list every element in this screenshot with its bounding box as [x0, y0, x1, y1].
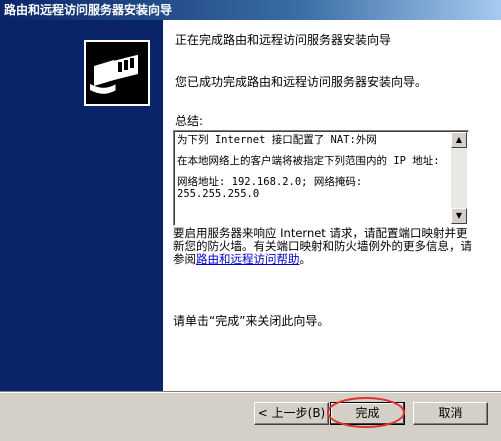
port-mapping-info: 要启用服务器来响应 Internet 请求，请配置端口映射并更新您的防火墙。有关… — [173, 227, 473, 266]
footer-separator — [0, 391, 501, 393]
summary-line: 网络地址: 192.168.2.0; 网络掩码: 255.255.255.0 — [177, 176, 363, 200]
network-cable-wizard-icon — [84, 40, 150, 106]
back-button[interactable]: < 上一步(B) — [254, 402, 329, 425]
success-message: 您已成功完成路由和远程访问服务器安装向导。 — [175, 75, 428, 89]
summary-textbox[interactable]: 为下列 Internet 接口配置了 NAT:外网 在本地网络上的客户端将被指定… — [173, 130, 469, 226]
window-title: 路由和远程访问服务器安装向导 — [0, 0, 501, 20]
summary-label: 总结: — [175, 114, 204, 128]
finish-button[interactable]: 完成 — [330, 402, 405, 425]
summary-line: 为下列 Internet 接口配置了 NAT:外网 — [177, 134, 377, 146]
cancel-button[interactable]: 取消 — [413, 402, 488, 425]
wizard-content: 正在完成路由和远程访问服务器安装向导 您已成功完成路由和远程访问服务器安装向导。… — [163, 20, 501, 391]
scroll-down-arrow-icon[interactable]: ▼ — [451, 208, 467, 224]
scroll-up-arrow-icon[interactable]: ▲ — [451, 132, 467, 148]
finish-hint: 请单击“完成”来关闭此向导。 — [173, 314, 330, 328]
info-end: 。 — [299, 252, 312, 266]
summary-text: 为下列 Internet 接口配置了 NAT:外网 在本地网络上的客户端将被指定… — [177, 134, 449, 222]
wizard-heading: 正在完成路由和远程访问服务器安装向导 — [175, 33, 392, 47]
summary-line: 在本地网络上的客户端将被指定下列范围内的 IP 地址: — [177, 155, 440, 167]
wizard-sidebar — [0, 20, 163, 391]
help-link[interactable]: 路由和远程访问帮助 — [196, 252, 300, 266]
summary-scrollbar[interactable]: ▲ ▼ — [451, 132, 467, 224]
